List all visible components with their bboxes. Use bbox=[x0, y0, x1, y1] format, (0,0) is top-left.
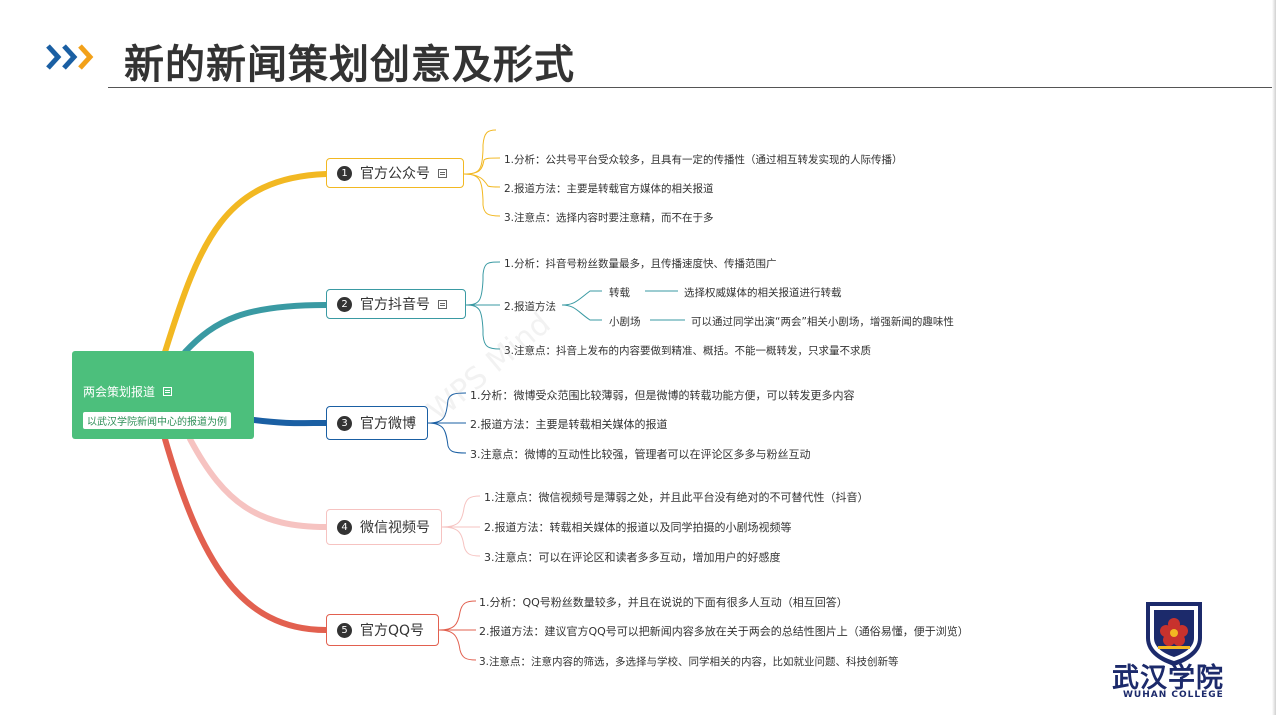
topic-3-item-3[interactable]: 3.注意点：微博的互动性比较强，管理者可以在评论区多多与粉丝互动 bbox=[470, 446, 811, 462]
topic-node-2[interactable]: 2 官方抖音号 bbox=[326, 289, 466, 319]
branch-1-curve bbox=[162, 171, 329, 355]
topic-4-item-2[interactable]: 2.报道方法：转载相关媒体的报道以及同学拍摄的小剧场视频等 bbox=[484, 519, 792, 535]
topic-1-item-3[interactable]: 3.注意点：选择内容时要注意精，而不在于多 bbox=[504, 210, 714, 225]
topic-1-item-2[interactable]: 2.报道方法：主要是转载官方媒体的相关报道 bbox=[504, 181, 714, 196]
topic-4-item-1[interactable]: 1.注意点：微信视频号是薄弱之处，并且此平台没有绝对的不可替代性（抖音） bbox=[484, 489, 869, 505]
topic-2-item-3[interactable]: 3.注意点：抖音上发布的内容要做到精准、概括。不能一概转发，只求量不求质 bbox=[504, 343, 871, 358]
branch-5-curve bbox=[162, 436, 329, 633]
root-subtitle: 以武汉学院新闻中心的报道为例 bbox=[83, 412, 231, 429]
topic-number-badge: 2 bbox=[337, 296, 352, 312]
topic-2-item-2[interactable]: 2.报道方法 bbox=[504, 299, 556, 314]
topic-node-4[interactable]: 4 微信视频号 bbox=[326, 509, 442, 545]
root-title-text: 两会策划报道 bbox=[83, 385, 156, 399]
topic-2-subitem-1-label[interactable]: 转载 bbox=[609, 285, 630, 300]
topic-2-item-1[interactable]: 1.分析：抖音号粉丝数量最多，且传播速度快、传播范围广 bbox=[504, 256, 777, 271]
root-title: 两会策划报道 bbox=[83, 383, 173, 400]
topic-node-5[interactable]: 5 官方QQ号 bbox=[326, 614, 439, 646]
topic-label: 微信视频号 bbox=[360, 520, 430, 536]
topic-label: 官方抖音号 bbox=[360, 297, 430, 313]
branch-2-curve bbox=[182, 302, 329, 355]
topic-2-subitem-2-label[interactable]: 小剧场 bbox=[609, 314, 641, 329]
topic-5-item-1[interactable]: 1.分析：QQ号粉丝数量较多，并且在说说的下面有很多人互动（相互回答） bbox=[479, 594, 848, 610]
topic-1-item-1[interactable]: 1.分析：公共号平台受众较多，且具有一定的传播性（通过相互转发实现的人际传播） bbox=[504, 152, 903, 167]
topic-3-item-2[interactable]: 2.报道方法：主要是转载相关媒体的报道 bbox=[470, 416, 668, 432]
topic-number-badge: 5 bbox=[337, 622, 352, 638]
topic-4-item-3[interactable]: 3.注意点：可以在评论区和读者多多互动，增加用户的好感度 bbox=[484, 549, 781, 565]
topic-5-item-3[interactable]: 3.注意点：注意内容的筛选，多选择与学校、同学相关的内容，比如就业问题、科技创新… bbox=[479, 654, 899, 669]
topic-node-1[interactable]: 1 官方公众号 bbox=[326, 158, 464, 188]
topic-5-item-2[interactable]: 2.报道方法：建议官方QQ号可以把新闻内容多放在关于两会的总结性图片上（通俗易懂… bbox=[479, 623, 969, 639]
topic-3-item-1[interactable]: 1.分析：微博受众范围比较薄弱，但是微博的转载功能方便，可以转发更多内容 bbox=[470, 387, 855, 403]
topic-label: 官方公众号 bbox=[360, 166, 430, 182]
topic-number-badge: 1 bbox=[337, 165, 352, 181]
branch-4-curve bbox=[187, 436, 329, 530]
branch-3-curve bbox=[251, 417, 329, 427]
topic-label: 官方微博 bbox=[360, 416, 416, 432]
note-icon[interactable] bbox=[438, 168, 447, 178]
root-node[interactable]: 两会策划报道 以武汉学院新闻中心的报道为例 bbox=[72, 351, 254, 439]
topic-label: 官方QQ号 bbox=[360, 623, 425, 639]
college-name-english: WUHAN COLLEGE bbox=[1123, 690, 1224, 700]
topic-2-subitem-2-detail[interactable]: 可以通过同学出演“两会”相关小剧场，增强新闻的趣味性 bbox=[691, 314, 954, 329]
topic-number-badge: 3 bbox=[337, 415, 352, 431]
note-icon[interactable] bbox=[163, 387, 173, 396]
topic-node-3[interactable]: 3 官方微博 bbox=[326, 406, 428, 440]
note-icon[interactable] bbox=[438, 299, 447, 309]
topic-number-badge: 4 bbox=[337, 519, 352, 535]
topic-2-subitem-1-detail[interactable]: 选择权威媒体的相关报道进行转载 bbox=[684, 285, 842, 300]
